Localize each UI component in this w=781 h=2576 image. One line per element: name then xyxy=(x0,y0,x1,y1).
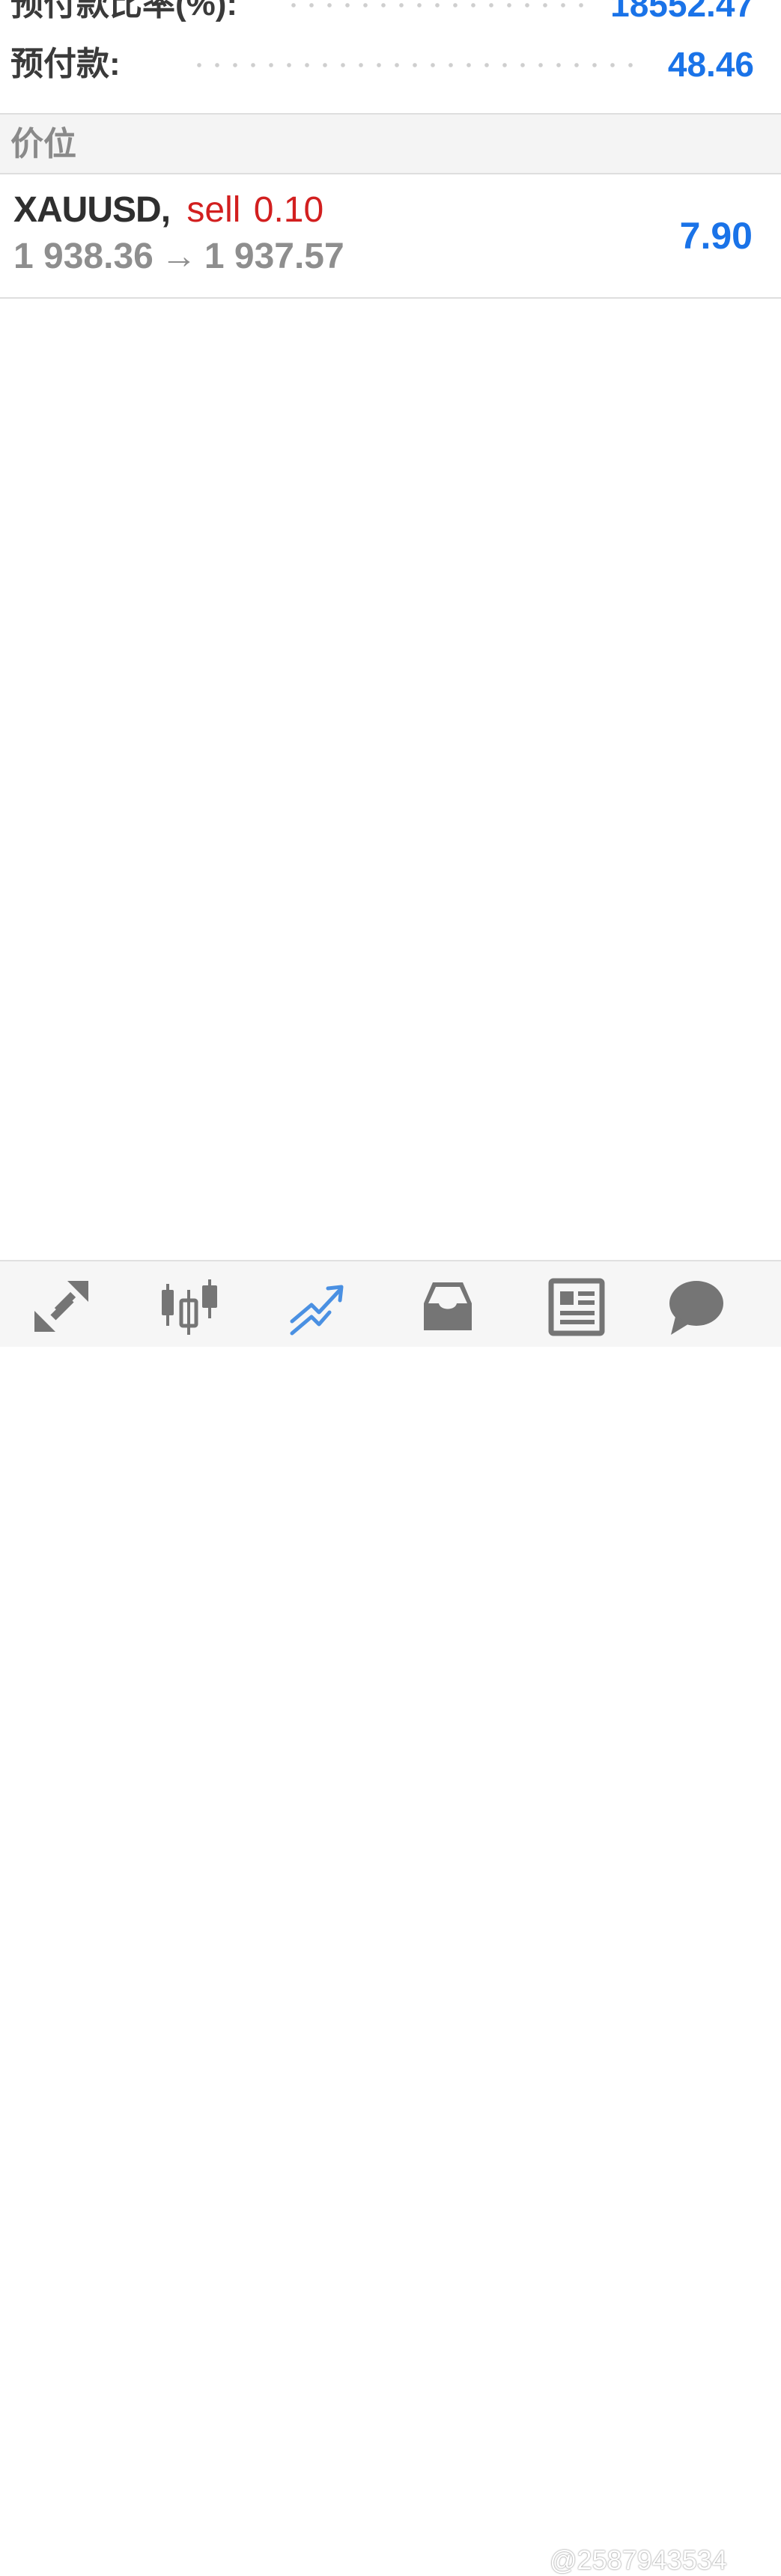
arrows-updown-icon xyxy=(34,1281,88,1332)
margin-level-value: 18552.47 xyxy=(610,0,754,24)
margin-label: 预付款: xyxy=(10,46,121,82)
margin-value: 48.46 xyxy=(667,45,754,84)
position-symbol: XAUUSD xyxy=(13,190,162,230)
section-title: 价位 xyxy=(10,126,76,162)
margin-level-label: 预付款比率(%): xyxy=(10,0,238,22)
margin-level-row: 预付款比率(%): 18552.47 xyxy=(0,0,781,30)
position-separator: , xyxy=(160,190,171,230)
nav-history[interactable] xyxy=(403,1269,493,1344)
position-prices: 1 938.36 → 1 937.57 xyxy=(13,236,344,278)
current-price: 1 937.57 xyxy=(204,237,344,276)
nav-quotes[interactable] xyxy=(16,1269,106,1344)
arrow-right-icon: → xyxy=(160,237,197,276)
position-volume: 0.10 xyxy=(253,190,324,230)
nav-messages[interactable] xyxy=(651,1269,741,1344)
nav-trade[interactable] xyxy=(273,1269,362,1344)
position-row[interactable]: XAUUSD, sell 0.10 1 938.36 → 1 937.57 7.90 xyxy=(0,174,781,299)
inbox-tray-icon xyxy=(424,1282,472,1330)
positions-section-header: 价位 xyxy=(0,113,781,174)
dotted-leader xyxy=(285,3,584,7)
candlestick-icon xyxy=(162,1279,217,1335)
position-summary: XAUUSD, sell 0.10 xyxy=(13,189,323,231)
bottom-navigation: @2587943534 xyxy=(0,1260,781,2575)
newspaper-icon xyxy=(548,1278,605,1336)
nav-chart[interactable] xyxy=(144,1269,234,1344)
position-profit: 7.90 xyxy=(679,215,753,257)
open-price: 1 938.36 xyxy=(13,237,154,276)
margin-row: 预付款: 48.46 xyxy=(0,37,781,90)
dotted-leader xyxy=(190,63,639,67)
chat-bubble-icon xyxy=(669,1281,723,1335)
nav-news[interactable] xyxy=(532,1269,622,1344)
watermark-text: @2587943534 xyxy=(550,2545,727,2575)
trend-up-icon xyxy=(290,1285,344,1336)
position-type: sell xyxy=(186,190,241,230)
